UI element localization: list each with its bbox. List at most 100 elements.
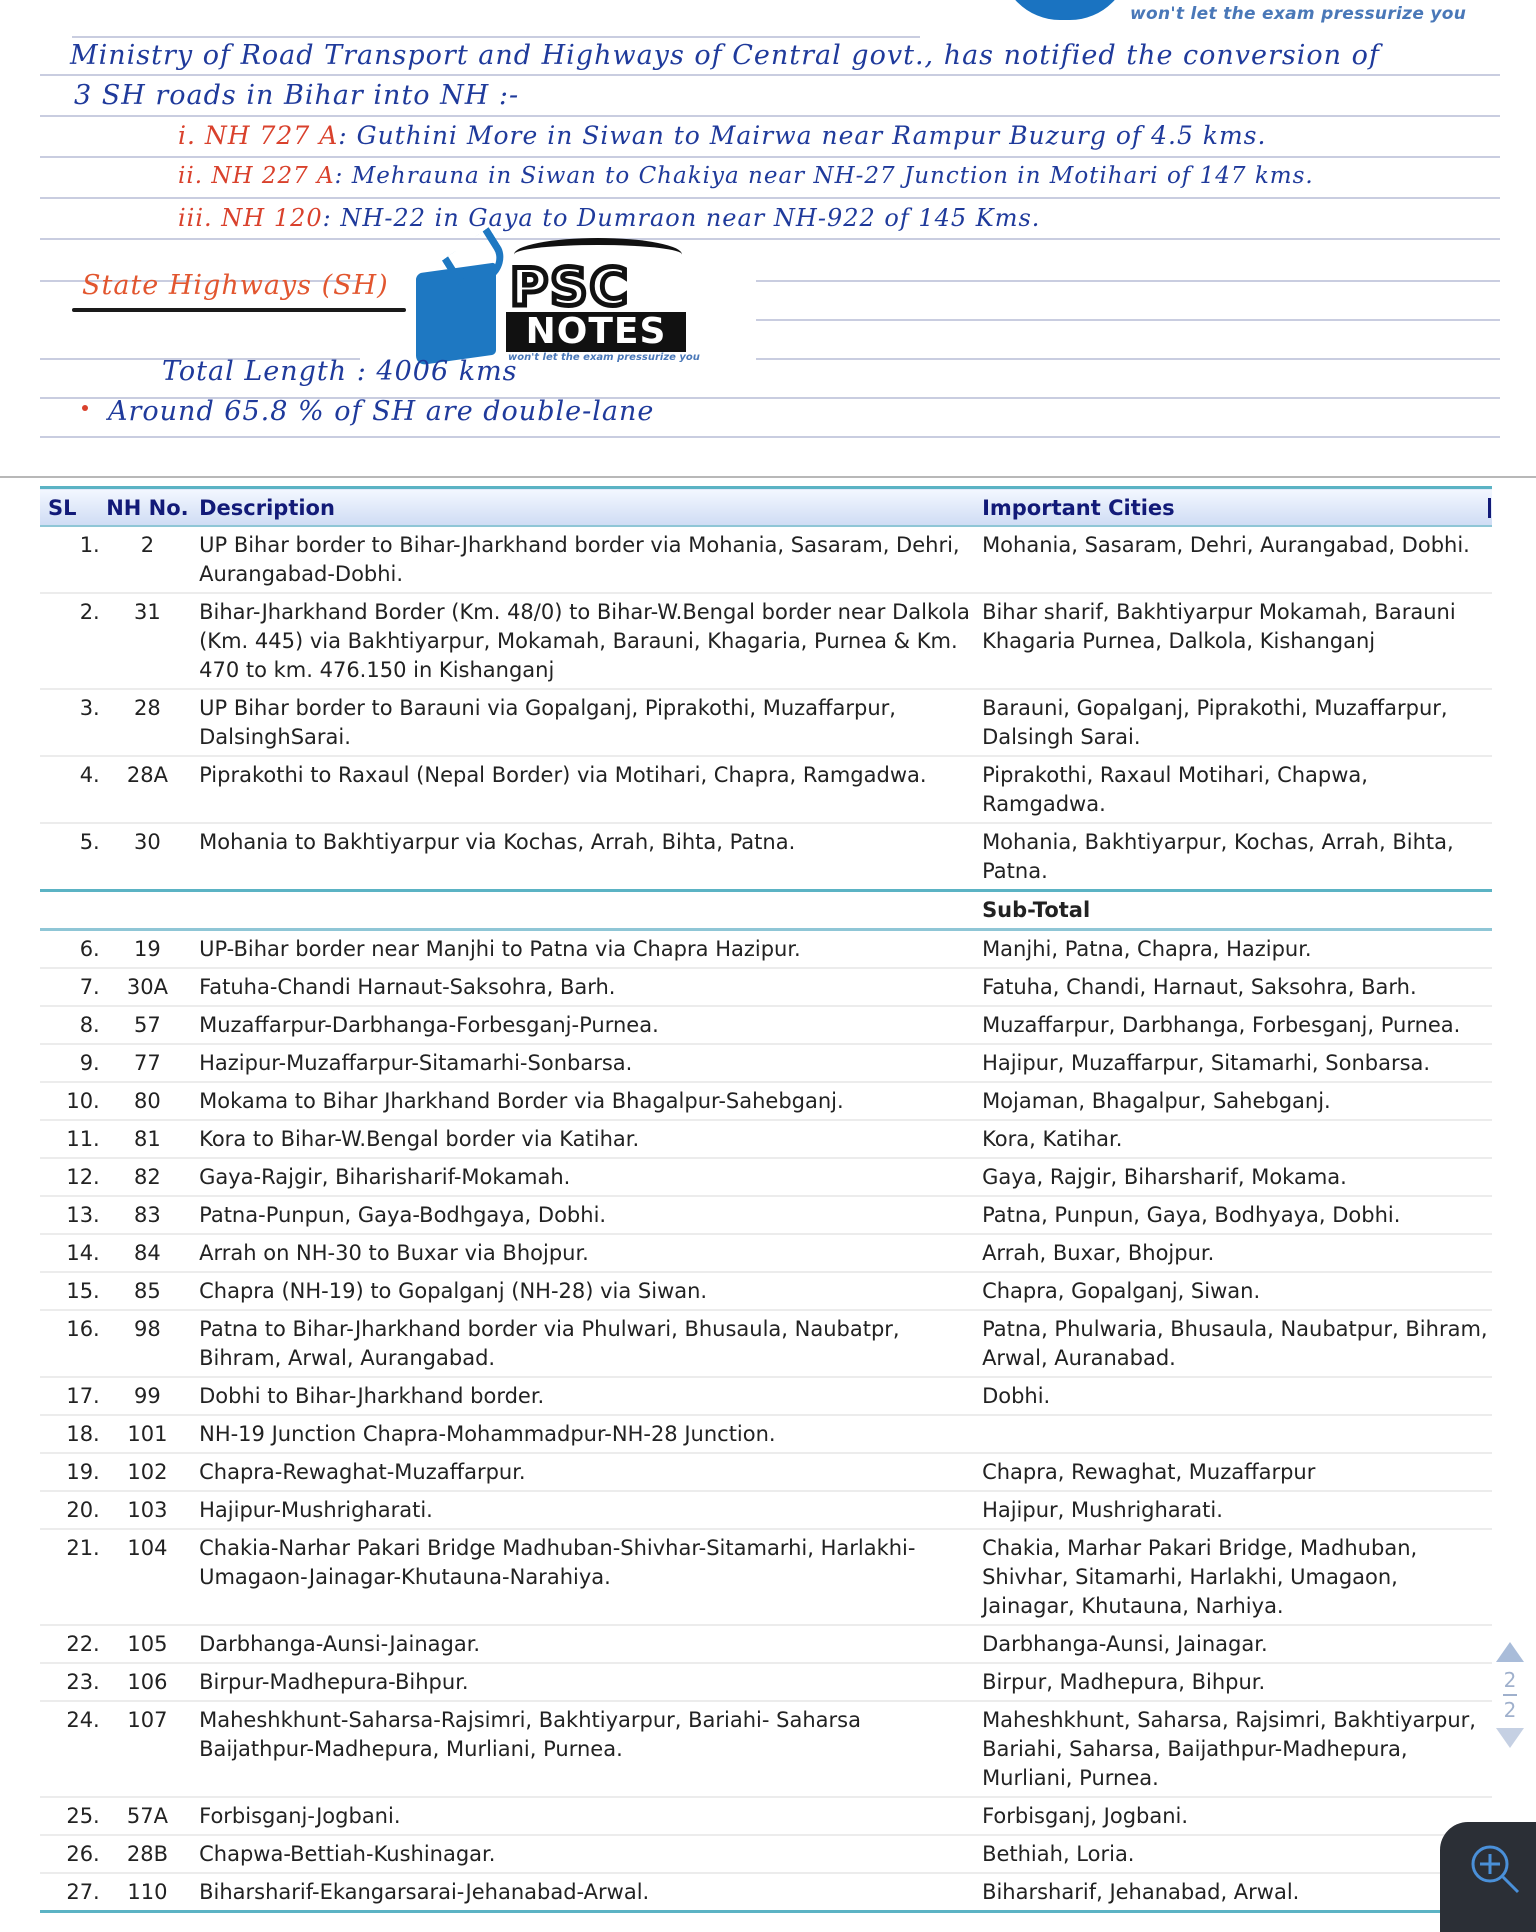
row-description: Darbhanga-Aunsi-Jainagar.	[199, 1632, 481, 1656]
table-row: 13. 83 Patna-Punpun, Gaya-Bodhgaya, Dobhi.…	[40, 1196, 1492, 1234]
row-description: Biharsharif-Ekangarsarai-Jehanabad-Arwal…	[199, 1880, 650, 1904]
table-row: 1. 2 UP Bihar border to Bihar-Jharkhand bo…	[40, 526, 1492, 593]
row-sl: 26.	[66, 1842, 100, 1866]
table-row: 19. 102 Chapra-Rewaghat-Muzaffarpur. Chapra…	[40, 1453, 1492, 1491]
conversion-item: i. NH 727 A: Guthini More in Siwan to Ma…	[178, 121, 1266, 150]
row-description: Gaya-Rajgir, Biharisharif-Mokamah.	[199, 1165, 571, 1189]
row-sl: 8.	[79, 1013, 100, 1037]
row-sl: 22.	[66, 1632, 100, 1656]
row-cities: Bethiah, Loria.	[982, 1842, 1135, 1866]
row-sl: 11.	[66, 1127, 100, 1151]
conversion-item: iii. NH 120: NH-22 in Gaya to Dumraon ne…	[178, 204, 1040, 232]
conversion-text: : NH-22 in Gaya to Dumraon near NH-922 o…	[322, 204, 1041, 232]
row-cities: Hajipur, Muzaffarpur, Sitamarhi, Sonbars…	[982, 1051, 1431, 1075]
row-description: Patna to Bihar-Jharkhand border via Phul…	[199, 1317, 900, 1370]
row-sl: 17.	[66, 1384, 100, 1408]
bullet-icon	[82, 405, 88, 411]
table-row: 9. 77 Hazipur-Muzaffarpur-Sitamarhi-Sonbar…	[40, 1044, 1492, 1082]
row-sl: 27.	[66, 1880, 100, 1904]
notebook-rule	[40, 156, 1500, 158]
subtotal-row: Sub-Total	[40, 890, 1492, 930]
row-description: Patna-Punpun, Gaya-Bodhgaya, Dobhi.	[199, 1203, 607, 1227]
notebook-rule	[72, 36, 920, 38]
row-description: Forbisganj-Jogbani.	[199, 1804, 401, 1828]
row-description: Hajipur-Mushrigharati.	[199, 1498, 433, 1522]
notebook-rule	[756, 358, 1500, 360]
row-cities: Birpur, Madhepura, Bihpur.	[982, 1670, 1266, 1694]
row-sl: 18.	[66, 1422, 100, 1446]
row-cities: Darbhanga-Aunsi, Jainagar.	[982, 1632, 1268, 1656]
row-description: Fatuha-Chandi Harnaut-Saksohra, Barh.	[199, 975, 616, 999]
row-description: Birpur-Madhepura-Bihpur.	[199, 1670, 469, 1694]
row-description: Mokama to Bihar Jharkhand Border via Bha…	[199, 1089, 844, 1113]
row-cities: Biharsharif, Jehanabad, Arwal.	[982, 1880, 1300, 1904]
table-row: 6. 19 UP-Bihar border near Manjhi to Patna…	[40, 930, 1492, 968]
page-divider	[1503, 1694, 1517, 1696]
handwritten-notes: won't let the exam pressurize you Minist…	[0, 0, 1536, 478]
notebook-rule	[40, 436, 1500, 438]
row-nh: 2	[140, 533, 155, 557]
row-description: Maheshkhunt-Saharsa-Rajsimri, Bakhtiyarp…	[199, 1708, 861, 1761]
table-row: 21. 104 Chakia-Narhar Pakari Bridge Madhub…	[40, 1529, 1492, 1625]
table-row: 8. 57 Muzaffarpur-Darbhanga-Forbesganj-Pur…	[40, 1006, 1492, 1044]
conversion-nh: NH 120	[221, 204, 323, 232]
table-row: 27. 110 Biharsharif-Ekangarsarai-Jehanabad…	[40, 1873, 1492, 1912]
notebook-rule	[40, 115, 1500, 117]
row-cities: Piprakothi, Raxaul Motihari, Chapwa, Ram…	[982, 763, 1368, 816]
row-sl: 10.	[66, 1089, 100, 1113]
row-nh: 102	[127, 1460, 168, 1484]
row-cities: Maheshkhunt, Saharsa, Rajsimri, Bakhtiya…	[982, 1708, 1476, 1790]
logo-psc: PSC	[508, 256, 631, 321]
row-sl: 9.	[79, 1051, 100, 1075]
conversion-nh: NH 227 A	[211, 163, 335, 189]
table-row: 11. 81 Kora to Bihar-W.Bengal border via K…	[40, 1120, 1492, 1158]
row-description: Mohania to Bakhtiyarpur via Kochas, Arra…	[199, 830, 796, 854]
table-row: 25. 57A Forbisganj-Jogbani. Forbisganj, Jog…	[40, 1797, 1492, 1835]
row-cities: Fatuha, Chandi, Harnaut, Saksohra, Barh.	[982, 975, 1417, 999]
table-row: 15. 85 Chapra (NH-19) to Gopalganj (NH-28)…	[40, 1272, 1492, 1310]
zoom-in-button[interactable]	[1440, 1822, 1536, 1932]
table-row: 2. 31 Bihar-Jharkhand Border (Km. 48/0) to…	[40, 593, 1492, 689]
row-sl: 3.	[79, 696, 100, 720]
row-description: Piprakothi to Raxaul (Nepal Border) via …	[199, 763, 927, 787]
row-nh: 101	[127, 1422, 168, 1446]
table-header-row: SL NH No. Description Important Cities	[40, 487, 1492, 527]
row-sl: 5.	[79, 830, 100, 854]
row-sl: 25.	[66, 1804, 100, 1828]
row-nh: 28	[134, 696, 161, 720]
row-sl: 6.	[79, 937, 100, 961]
row-sl: 2.	[79, 600, 100, 624]
row-description: Kora to Bihar-W.Bengal border via Katiha…	[199, 1127, 640, 1151]
row-description: Chapra-Rewaghat-Muzaffarpur.	[199, 1460, 526, 1484]
row-nh: 105	[127, 1632, 168, 1656]
page-down-icon[interactable]	[1496, 1728, 1524, 1748]
page-up-icon[interactable]	[1496, 1642, 1524, 1662]
header-nh: NH No.	[99, 487, 196, 527]
conversion-marker: iii.	[178, 204, 213, 232]
row-description: Chapwa-Bettiah-Kushinagar.	[199, 1842, 496, 1866]
row-sl: 21.	[66, 1536, 100, 1560]
row-cities: Chapra, Gopalganj, Siwan.	[982, 1279, 1261, 1303]
conversion-item: ii. NH 227 A: Mehrauna in Siwan to Chaki…	[178, 163, 1314, 189]
row-nh: 77	[134, 1051, 161, 1075]
row-nh: 99	[134, 1384, 161, 1408]
table-row: 10. 80 Mokama to Bihar Jharkhand Border vi…	[40, 1082, 1492, 1120]
page-indicator: 2 2	[1490, 1642, 1530, 1782]
row-description: Bihar-Jharkhand Border (Km. 48/0) to Bih…	[199, 600, 970, 682]
row-description: Arrah on NH-30 to Buxar via Bhojpur.	[199, 1241, 589, 1265]
row-sl: 1.	[79, 533, 100, 557]
upsc-notes-logo: PSC NOTES won't let the exam pressurize …	[410, 238, 700, 368]
row-cities: Kora, Katihar.	[982, 1127, 1123, 1151]
total-pages: 2	[1503, 1698, 1517, 1722]
row-sl: 20.	[66, 1498, 100, 1522]
row-cities: Muzaffarpur, Darbhanga, Forbesganj, Purn…	[982, 1013, 1461, 1037]
row-cities: Chakia, Marhar Pakari Bridge, Madhuban, …	[982, 1536, 1418, 1618]
row-cities: Gaya, Rajgir, Biharsharif, Mokama.	[982, 1165, 1347, 1189]
conversion-marker: i.	[178, 121, 196, 150]
table-row: 17. 99 Dobhi to Bihar-Jharkhand border. Dob…	[40, 1377, 1492, 1415]
row-nh: 103	[127, 1498, 168, 1522]
row-nh: 106	[127, 1670, 168, 1694]
row-sl: 14.	[66, 1241, 100, 1265]
row-nh: 85	[134, 1279, 161, 1303]
row-cities: Manjhi, Patna, Chapra, Hazipur.	[982, 937, 1312, 961]
